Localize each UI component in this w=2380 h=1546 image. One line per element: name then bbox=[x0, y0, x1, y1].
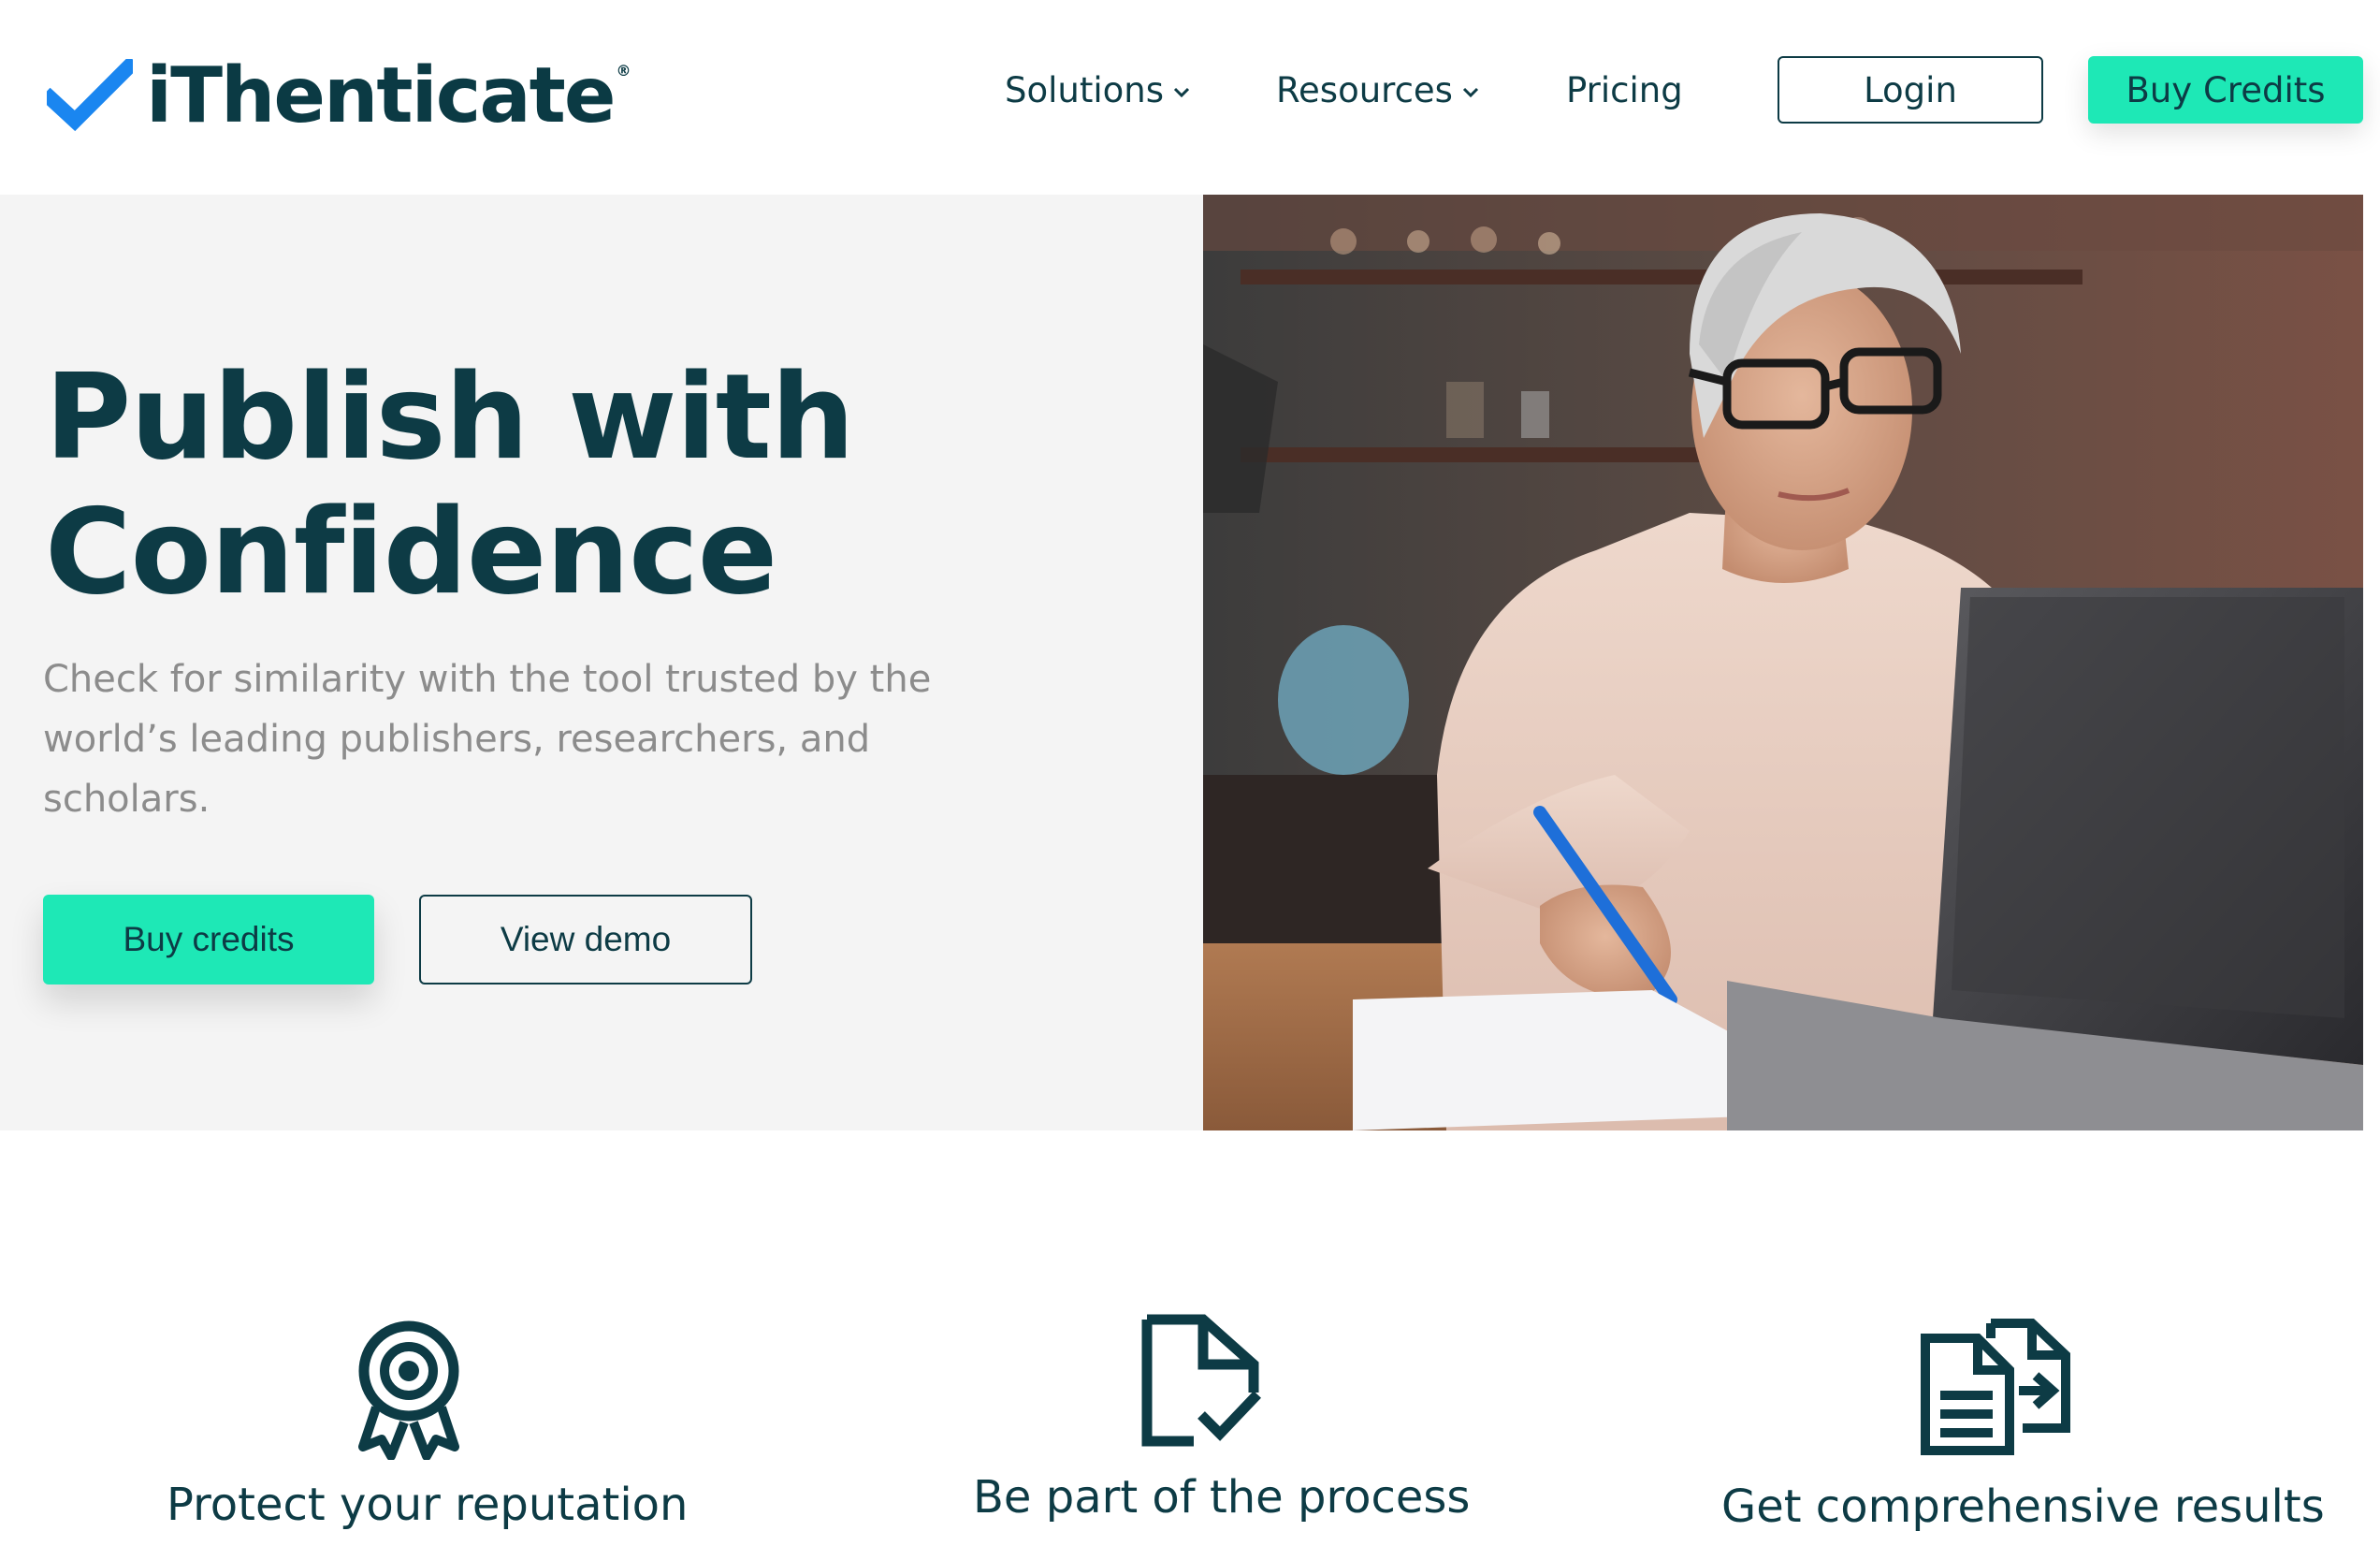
nav-solutions[interactable]: Solutions bbox=[1005, 69, 1190, 110]
document-compare-icon bbox=[1921, 1319, 2070, 1455]
document-check-icon bbox=[1141, 1314, 1261, 1447]
chevron-down-icon bbox=[1462, 87, 1479, 98]
buy-credits-header-button[interactable]: Buy Credits bbox=[2088, 56, 2363, 124]
hero-photo bbox=[1203, 195, 2363, 1130]
nav-resources[interactable]: Resources bbox=[1276, 69, 1479, 110]
view-demo-button[interactable]: View demo bbox=[419, 895, 752, 984]
hero-title: Publish with Confidence bbox=[45, 350, 1074, 620]
feature-label: Get comprehensive results bbox=[1721, 1480, 2325, 1533]
hero-text-panel: Publish with Confidence Check for simila… bbox=[0, 195, 1203, 1130]
login-button[interactable]: Login bbox=[1778, 56, 2043, 124]
buy-credits-button[interactable]: Buy credits bbox=[43, 895, 374, 984]
hero-subtitle: Check for similarity with the tool trust… bbox=[43, 658, 932, 821]
checkmark-icon bbox=[47, 59, 133, 132]
hero-title-line1: Publish with bbox=[45, 348, 855, 486]
feature-part-of-process: Be part of the process bbox=[823, 1310, 1590, 1535]
award-ribbon-icon bbox=[358, 1320, 459, 1460]
site-header: iThenticate ® Solutions Resources Pricing… bbox=[0, 0, 2380, 195]
hero-title-line2: Confidence bbox=[45, 483, 777, 620]
photo-woman-with-laptop bbox=[1203, 195, 2363, 1130]
nav-resources-label: Resources bbox=[1276, 69, 1453, 110]
feature-comprehensive-results: Get comprehensive results bbox=[1628, 1310, 2380, 1535]
chevron-down-icon bbox=[1173, 87, 1190, 98]
nav-solutions-label: Solutions bbox=[1005, 69, 1165, 110]
ithenticate-logo[interactable]: iThenticate ® bbox=[47, 51, 631, 140]
logo-wordmark: iThenticate ® bbox=[146, 51, 631, 140]
nav-pricing-label: Pricing bbox=[1566, 69, 1683, 110]
feature-label: Be part of the process bbox=[973, 1471, 1471, 1524]
nav-pricing[interactable]: Pricing bbox=[1566, 69, 1683, 110]
feature-label: Protect your reputation bbox=[167, 1479, 689, 1531]
feature-protect-reputation: Protect your reputation bbox=[0, 1310, 823, 1535]
